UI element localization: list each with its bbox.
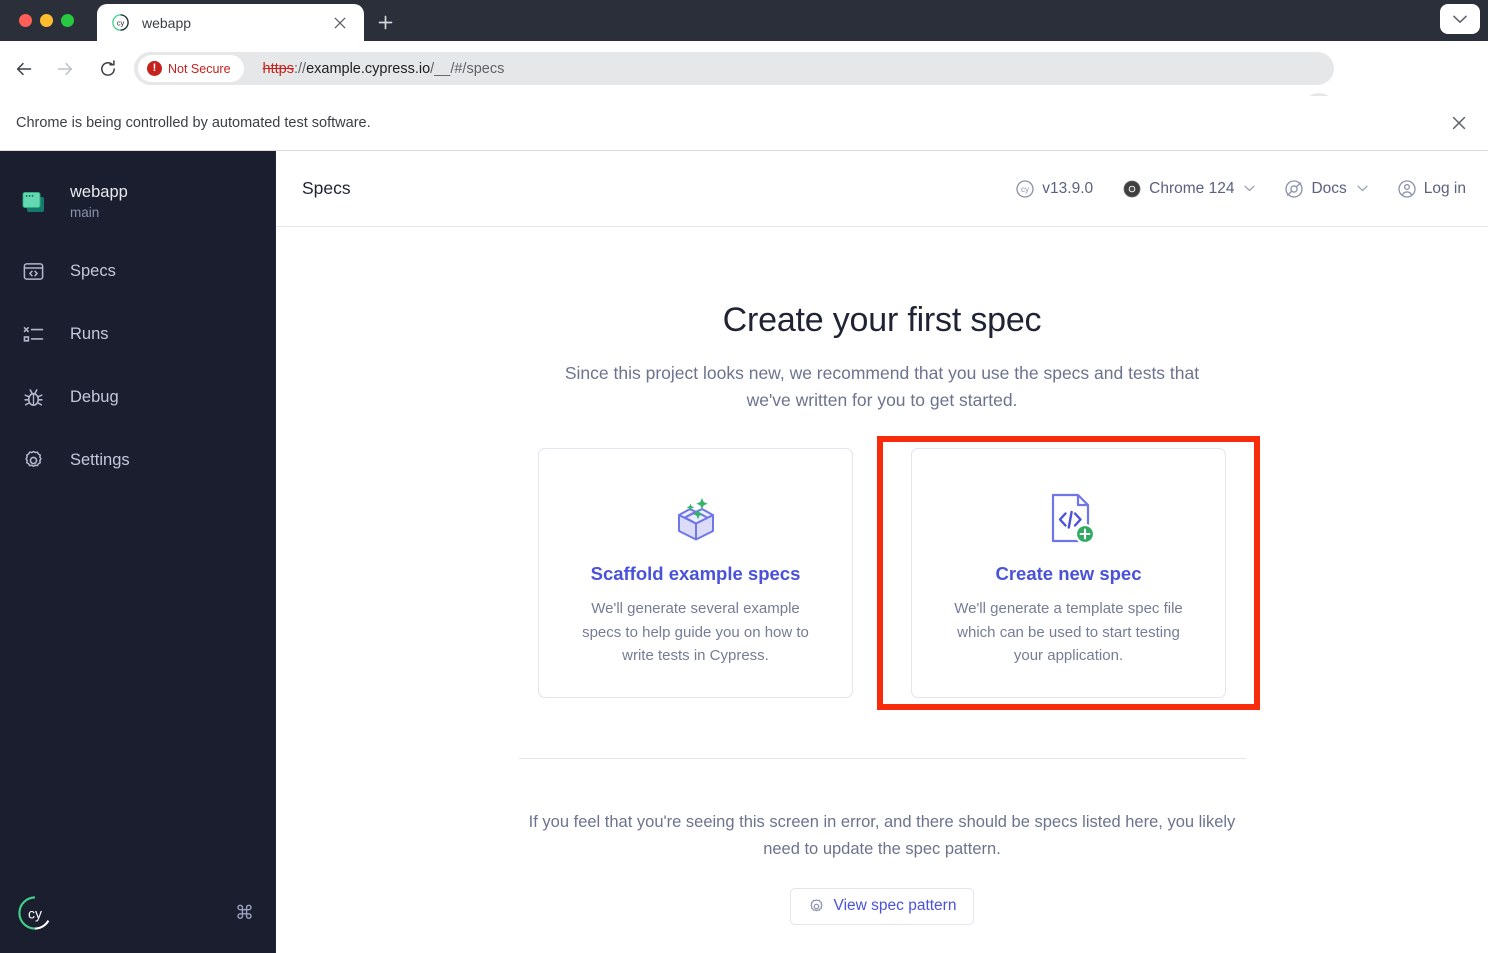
version-indicator: cy v13.9.0 [1016, 180, 1093, 198]
card-title: Scaffold example specs [590, 563, 801, 585]
view-spec-pattern-label: View spec pattern [833, 897, 957, 915]
open-box-sparkles-icon [665, 485, 727, 551]
chevron-down-icon [1357, 183, 1368, 195]
automation-infobar-message: Chrome is being controlled by automated … [16, 115, 371, 131]
sidebar-item-label: Debug [70, 388, 119, 406]
browser-tab-title: webapp [142, 14, 192, 31]
sidebar-footer: cy ⌘ [0, 887, 276, 939]
security-status-badge[interactable]: ! Not Secure [138, 55, 244, 82]
url-separator: :// [293, 60, 307, 77]
close-infobar-button[interactable] [1447, 111, 1471, 135]
version-label: v13.9.0 [1042, 179, 1094, 197]
hero-subtitle: Since this project looks new, we recomme… [564, 363, 1200, 411]
new-tab-button[interactable] [371, 8, 399, 36]
browser-label: Chrome 124 [1149, 179, 1235, 197]
sidebar-item-runs[interactable]: Runs [0, 303, 275, 366]
not-secure-icon: ! [147, 61, 162, 76]
url-host: example.cypress.io [306, 60, 431, 77]
svg-text:cy: cy [1021, 185, 1029, 194]
automation-infobar: Chrome is being controlled by automated … [0, 96, 1488, 151]
browser-tab[interactable]: cy webapp [97, 4, 364, 41]
sidebar-nav: Specs Runs Debug Settings [0, 240, 275, 492]
action-cards: Scaffold example specs We'll generate se… [538, 436, 1260, 711]
maximize-window-button[interactable] [61, 14, 74, 27]
card-title: Create new spec [995, 563, 1142, 585]
header-actions: cy v13.9.0 Chrome 124 Docs Log in [1016, 180, 1466, 198]
window-traffic-lights [19, 14, 74, 27]
create-spec-card-wrap: Create new spec We'll generate a templat… [877, 436, 1260, 711]
close-tab-button[interactable] [332, 15, 348, 31]
runs-icon [18, 320, 48, 350]
view-spec-pattern-button[interactable]: View spec pattern [789, 887, 975, 925]
main-panel: Specs cy v13.9.0 Chrome 124 Docs Log in … [276, 151, 1488, 953]
gear-icon [808, 898, 825, 915]
cypress-mark-icon: cy [1016, 179, 1034, 198]
specs-icon [18, 257, 48, 287]
command-key-icon[interactable]: ⌘ [235, 904, 254, 923]
docs-icon [1285, 179, 1304, 198]
chrome-icon [1123, 180, 1141, 198]
sidebar: webapp main Specs Runs Debug Settings cy… [0, 151, 276, 953]
browser-toolbar: ! Not Secure https://example.cypress.io/… [0, 41, 1488, 127]
back-button[interactable] [8, 53, 40, 85]
hero-title: Create your first spec [722, 301, 1042, 339]
project-meta: webapp main [70, 183, 128, 220]
sidebar-item-debug[interactable]: Debug [0, 366, 275, 429]
project-branch: main [70, 205, 100, 221]
scaffold-example-specs-card[interactable]: Scaffold example specs We'll generate se… [538, 448, 853, 699]
card-description: We'll generate a template spec file whic… [954, 600, 1183, 664]
browser-selector[interactable]: Chrome 124 [1123, 179, 1256, 198]
login-button[interactable]: Log in [1398, 180, 1466, 198]
url-text: https://example.cypress.io/__/#/specs [263, 61, 505, 77]
project-window-icon [18, 186, 50, 218]
url-path: /__/#/specs [430, 60, 505, 77]
gear-icon [18, 446, 48, 476]
tab-search-button[interactable] [1440, 4, 1480, 34]
main-header: Specs cy v13.9.0 Chrome 124 Docs Log in [276, 151, 1488, 227]
url-scheme: https [262, 60, 294, 77]
sidebar-project-header[interactable]: webapp main [0, 151, 275, 227]
sidebar-item-label: Runs [70, 325, 109, 343]
new-code-file-icon [1040, 485, 1098, 551]
sidebar-item-label: Specs [70, 262, 116, 280]
svg-text:cy: cy [116, 19, 124, 28]
close-window-button[interactable] [19, 14, 32, 27]
chevron-down-icon [1244, 183, 1256, 195]
scaffold-card-wrap: Scaffold example specs We'll generate se… [538, 448, 853, 699]
sidebar-item-label: Settings [70, 451, 130, 469]
forward-button[interactable] [49, 53, 81, 85]
docs-label: Docs [1311, 179, 1347, 197]
login-label: Log in [1423, 179, 1466, 197]
spec-pattern-note: If you feel that you're seeing this scre… [528, 813, 1236, 859]
page-title: Specs [302, 178, 351, 198]
debug-bug-icon [18, 383, 48, 413]
browser-tab-strip: cy webapp [0, 0, 1488, 41]
address-bar[interactable]: ! Not Secure https://example.cypress.io/… [134, 52, 1334, 85]
card-description: We'll generate several example specs to … [582, 600, 809, 664]
project-name: webapp [70, 183, 128, 202]
svg-text:cy: cy [28, 905, 42, 921]
create-new-spec-card[interactable]: Create new spec We'll generate a templat… [911, 448, 1226, 699]
specs-empty-state: Create your first spec Since this projec… [276, 227, 1488, 953]
cypress-favicon-icon: cy [111, 14, 129, 32]
security-status-label: Not Secure [168, 61, 231, 76]
sidebar-item-specs[interactable]: Specs [0, 240, 275, 303]
minimize-window-button[interactable] [40, 14, 53, 27]
docs-menu[interactable]: Docs [1285, 179, 1368, 198]
cypress-logo-icon[interactable]: cy [18, 896, 52, 930]
reload-button[interactable] [92, 53, 124, 85]
section-divider [518, 758, 1246, 760]
sidebar-item-settings[interactable]: Settings [0, 429, 275, 492]
user-circle-icon [1398, 179, 1416, 198]
cypress-app: webapp main Specs Runs Debug Settings cy… [0, 151, 1488, 953]
